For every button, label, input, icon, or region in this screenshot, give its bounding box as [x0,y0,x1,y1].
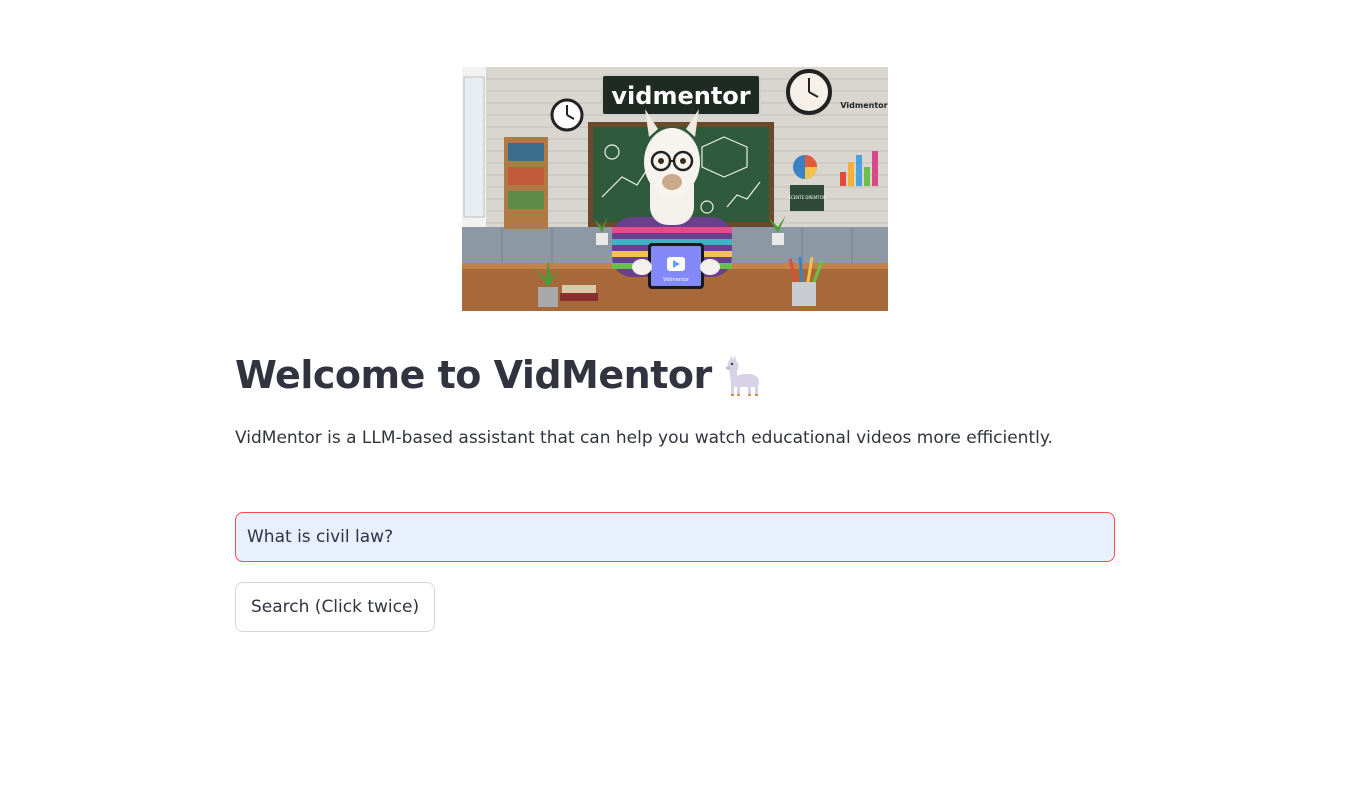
vidmentor-banner-image: vidmentor Vidmentor ECENTE DREMTOR Vidme… [462,67,888,311]
llama-icon [720,352,766,398]
banner-logo-text: vidmentor [611,82,750,110]
page-title-text: Welcome to VidMentor [235,353,712,397]
page-title: Welcome to VidMentor [235,352,766,398]
search-button[interactable]: Search (Click twice) [235,582,436,632]
banner-tablet-text: Vidmentor [663,277,690,283]
app-description: VidMentor is a LLM-based assistant that … [235,428,1053,448]
banner-poster-text: ECENTE DREMTOR [788,195,826,200]
query-input[interactable] [235,512,1115,562]
app-page: vidmentor Vidmentor ECENTE DREMTOR Vidme… [0,0,1363,794]
banner-corner-text: Vidmentor [840,101,887,110]
